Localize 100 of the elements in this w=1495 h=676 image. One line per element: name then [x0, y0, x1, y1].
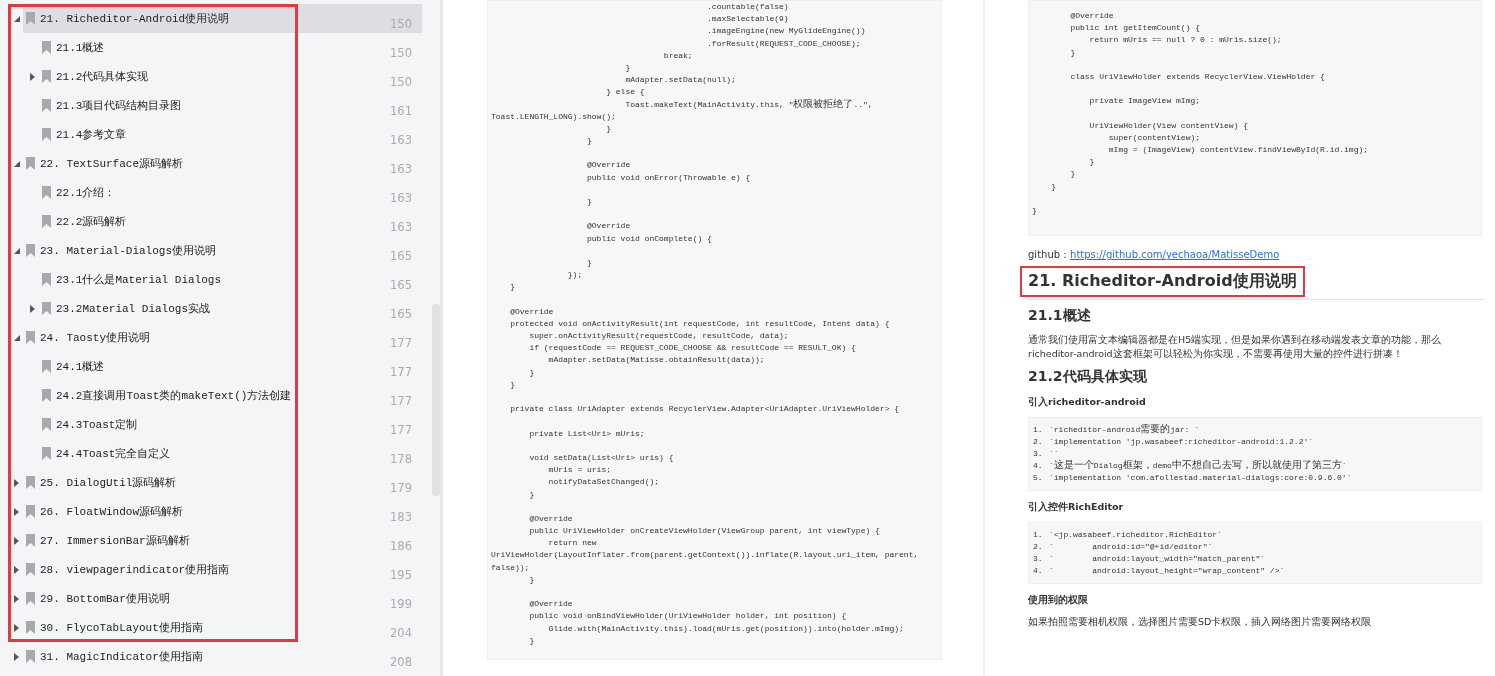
github-link[interactable]: https://github.com/yechaoa/MatisseDemo [1070, 249, 1280, 261]
code-line: @Override [1069, 10, 1114, 22]
outline-label: 23. Material-Dialogs使用说明 [40, 244, 218, 258]
collapsed-triangle-icon[interactable] [30, 73, 35, 81]
section-heading: 21.1概述 [1028, 307, 1092, 326]
outline-label: 22. TextSurface源码解析 [40, 157, 185, 171]
subheading: 使用到的权限 [1028, 594, 1089, 608]
bookmark-icon [26, 331, 35, 344]
collapsed-triangle-icon[interactable] [14, 537, 19, 545]
collapsed-triangle-icon[interactable] [14, 479, 19, 487]
code-line: } [509, 281, 515, 294]
page-number: 177 [390, 422, 412, 437]
paragraph: 通常我们使用富文本编辑器都是在H5端实现，但是如果你遇到在移动端发表文章的功能，那么richeditor-android这套框架可以轻松为你实现，不需要再使用大量的控件进行拼凑！ [1028, 333, 1443, 362]
page-number: 199 [390, 596, 412, 611]
outline-item[interactable]: 25. DialogUtil源码解析 179 [23, 468, 422, 497]
collapsed-triangle-icon[interactable] [14, 566, 19, 574]
code-line: `这是一个Dialog框架，demo中不想自己去写，所以就使用了第三方` [1049, 460, 1347, 473]
code-line: mAdapter.setData(Matisse.obtainResult(data)); [547, 354, 765, 367]
code-line: mImg = (ImageView) contentView.findViewById(R.id.img); [1107, 144, 1369, 157]
outline-label: 22.2源码解析 [56, 215, 128, 229]
page-number: 165 [390, 277, 412, 292]
outline-item[interactable]: 22. TextSurface源码解析 163 [23, 149, 422, 178]
collapsed-triangle-icon[interactable] [14, 624, 19, 632]
bookmark-icon [26, 12, 35, 25]
outline-item[interactable]: 21.4参考文章 163 [39, 120, 422, 149]
code-line: } [1050, 180, 1056, 193]
code-line: return mUris == null ? 0 : mUris.size(); [1088, 34, 1282, 47]
page-number: 183 [390, 509, 412, 524]
collapsed-triangle-icon[interactable] [14, 653, 19, 661]
bookmark-icon [42, 302, 51, 315]
outline-item[interactable]: 22.1介绍： 163 [39, 178, 422, 207]
expanded-triangle-icon[interactable] [14, 16, 20, 22]
page-number: 186 [390, 538, 412, 553]
code-line: Glide.with(MainActivity.this).load(mUris.get(position)).into(holder.mImg); [547, 622, 904, 635]
collapsed-triangle-icon[interactable] [14, 595, 19, 603]
outline-item[interactable]: 23. Material-Dialogs使用说明 165 [23, 236, 422, 265]
outline-item[interactable]: 27. ImmersionBar源码解析 186 [23, 526, 422, 555]
outline-item[interactable]: 30. FlycoTabLayout使用指南 204 [23, 613, 422, 642]
outline-label: 24.3Toast定制 [56, 418, 139, 432]
outline-item[interactable]: 28. viewpagerindicator使用指南 195 [23, 555, 422, 584]
outline-item[interactable]: 21.3项目代码结构目录图 161 [39, 91, 422, 120]
paragraph: 如果拍照需要相机权限，选择图片需要SD卡权限，插入网络图片需要网络权限 [1028, 615, 1373, 630]
code-line: break; [662, 49, 693, 62]
bookmark-icon [42, 128, 51, 141]
outline-item[interactable]: 21.1概述 150 [39, 33, 422, 62]
code-line: } [1088, 156, 1095, 169]
page-number: 150 [390, 45, 412, 60]
code-line: @Override [586, 159, 631, 172]
code-line: false)); [491, 561, 530, 574]
line-number: 1. [1033, 424, 1044, 437]
collapsed-triangle-icon[interactable] [14, 508, 19, 516]
code-line: UriViewHolder(LayoutInflater.from(parent.getContext()).inflate(R.layout.uri_item, parent, [491, 549, 919, 562]
bookmark-icon [42, 99, 51, 112]
outline-item[interactable]: 26. FloatWindow源码解析 183 [23, 497, 422, 526]
code-line: ` android:layout_height="wrap_content" />` [1049, 565, 1285, 578]
outline-item[interactable]: 24. Taosty使用说明 177 [23, 323, 422, 352]
outline-item[interactable]: 24.3Toast定制 177 [39, 410, 422, 439]
expanded-triangle-icon[interactable] [14, 248, 20, 254]
code-line: @Override [528, 598, 573, 611]
bookmark-icon [26, 476, 35, 489]
page-number: 163 [390, 132, 412, 147]
subheading: 引入richeditor-android [1028, 396, 1147, 410]
code-line: } [1069, 46, 1076, 59]
outline-label: 21.2代码具体实现 [56, 70, 150, 84]
outline-item[interactable]: 22.2源码解析 163 [39, 207, 422, 236]
page-number: 204 [390, 625, 412, 640]
code-line: } [586, 256, 592, 269]
code-line: mAdapter.setData(null); [624, 74, 736, 87]
code-line: notifyDataSetChanged(); [547, 476, 660, 489]
outline-item[interactable]: 31. MagicIndicator使用指南 208 [23, 642, 422, 671]
chapter-heading: 21. Richeditor-Android使用说明 [1028, 271, 1297, 293]
code-line: return new [547, 537, 597, 550]
bookmark-icon [42, 360, 51, 373]
line-number: 5. [1033, 472, 1044, 485]
line-number: 2. [1033, 436, 1044, 449]
outline-item[interactable]: 24.2直接调用Toast类的makeText()方法创建 177 [39, 381, 422, 410]
outline-item[interactable]: 23.1什么是Material Dialogs 165 [39, 265, 422, 294]
code-line: mUris = uris; [547, 464, 612, 477]
expanded-triangle-icon[interactable] [14, 335, 20, 341]
page-number: 177 [390, 393, 412, 408]
outline-item[interactable]: 29. BottomBar使用说明 199 [23, 584, 422, 613]
code-line: .forResult(REQUEST_CODE_CHOOSE); [706, 37, 861, 50]
outline-label: 28. viewpagerindicator使用指南 [40, 563, 231, 577]
code-line: } [1032, 205, 1037, 217]
code-line: } [528, 366, 535, 379]
collapsed-triangle-icon[interactable] [30, 305, 35, 313]
bookmark-icon [42, 447, 51, 460]
expanded-triangle-icon[interactable] [14, 161, 20, 167]
code-line: `richeditor-android需要的jar: ` [1049, 424, 1200, 437]
code-line: .imageEngine(new MyGlideEngine()) [706, 25, 866, 38]
outline-item[interactable]: 24.1概述 177 [39, 352, 422, 381]
page-number: 177 [390, 335, 412, 350]
page-number: 177 [390, 364, 412, 379]
outline-item[interactable]: 21.2代码具体实现 150 [39, 62, 422, 91]
outline-label: 23.2Material Dialogs实战 [56, 302, 212, 316]
bookmark-icon [26, 621, 35, 634]
line-number: 4. [1033, 565, 1044, 578]
outline-item[interactable]: 24.4Toast完全自定义 178 [39, 439, 422, 468]
bookmark-icon [42, 70, 51, 83]
outline-item[interactable]: 23.2Material Dialogs实战 165 [39, 294, 422, 323]
